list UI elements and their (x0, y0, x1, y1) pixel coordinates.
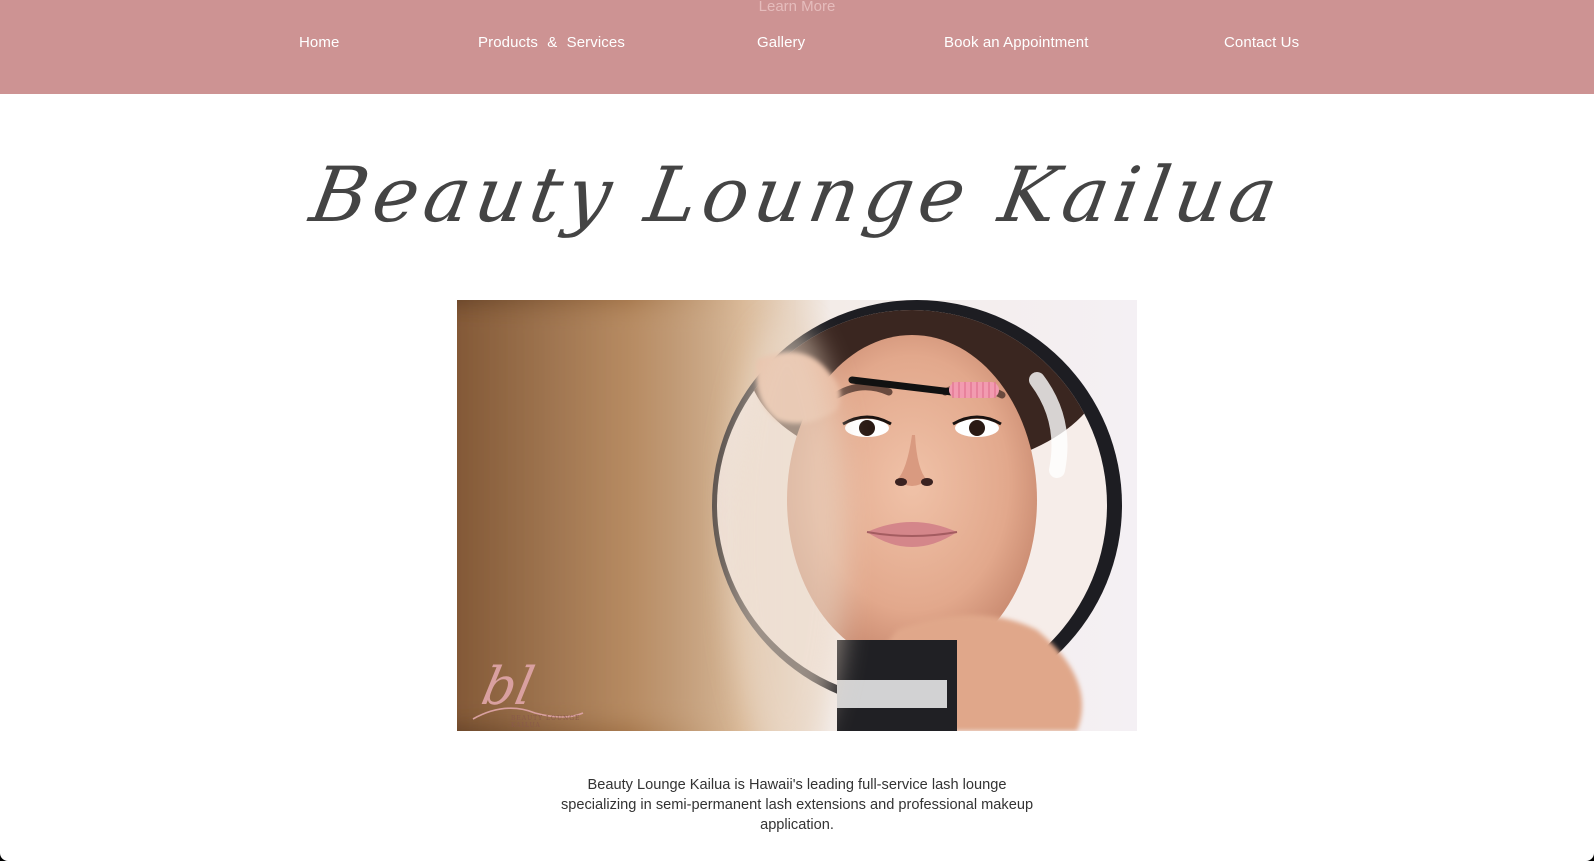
intro-description: Beauty Lounge Kailua is Hawaii's leading… (560, 777, 1034, 833)
page: Learn More Home Products & Services Gall… (0, 0, 1594, 861)
hero-image: bl BEAUTY LOUNGE KAILUA (457, 300, 1137, 731)
brand-logo: bl BEAUTY LOUNGE KAILUA (465, 657, 605, 731)
nav-book-appointment[interactable]: Book an Appointment (944, 34, 1089, 51)
nav-products-services[interactable]: Products & Services (478, 34, 625, 51)
nav-gallery[interactable]: Gallery (757, 34, 805, 51)
logo-subtext: BEAUTY LOUNGE KAILUA (511, 715, 581, 729)
nav-contact-us[interactable]: Contact Us (1224, 34, 1299, 51)
nav-home[interactable]: Home (299, 34, 339, 51)
top-navigation-bar: Learn More Home Products & Services Gall… (0, 0, 1594, 94)
site-title: Beauty Lounge Kailua (304, 150, 1290, 239)
learn-more-link[interactable]: Learn More (0, 0, 1594, 15)
